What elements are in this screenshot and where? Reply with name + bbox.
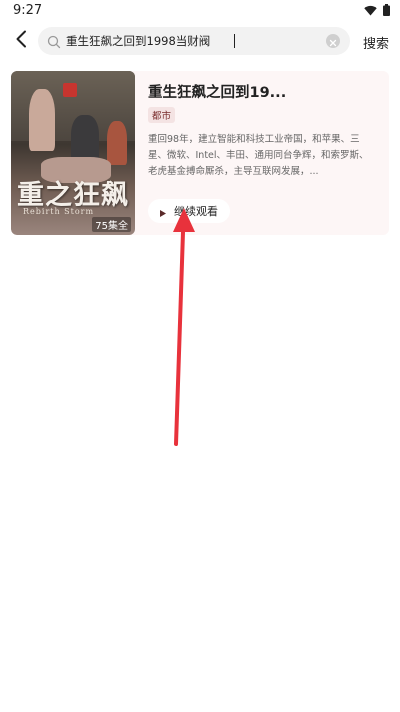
battery-icon <box>383 4 390 16</box>
poster-figure <box>63 83 77 97</box>
back-button[interactable] <box>10 30 32 52</box>
status-icons <box>364 4 390 16</box>
episode-count-badge: 75集全 <box>92 217 131 232</box>
search-box[interactable] <box>38 27 350 55</box>
poster-figure <box>71 115 99 163</box>
search-button[interactable]: 搜索 <box>363 33 389 52</box>
chevron-left-icon <box>15 30 27 52</box>
continue-watching-button[interactable]: 继续观看 <box>148 199 230 223</box>
drama-poster[interactable]: 重之狂飙 Rebirth Storm 75集全 <box>11 71 135 235</box>
status-time: 9:27 <box>13 3 43 18</box>
search-icon <box>47 34 61 53</box>
wifi-icon <box>364 5 377 16</box>
search-row: 搜索 <box>0 26 400 56</box>
clear-search-button[interactable] <box>326 34 340 48</box>
poster-figure <box>107 121 127 165</box>
clear-icon <box>329 32 337 51</box>
status-bar: 9:27 <box>0 0 400 24</box>
poster-subtitle-art: Rebirth Storm <box>23 207 95 216</box>
genre-tag: 都市 <box>148 107 176 123</box>
drama-description: 重回98年，建立智能和科技工业帝国，和苹果、三星、微软、Intel、丰田、通用同… <box>148 134 369 177</box>
result-card[interactable]: 重之狂飙 Rebirth Storm 75集全 重生狂飙之回到19... 都市 … <box>11 71 389 235</box>
poster-figure <box>29 89 55 151</box>
drama-title[interactable]: 重生狂飙之回到19... <box>148 81 286 102</box>
play-icon <box>160 202 166 221</box>
continue-watching-label: 继续观看 <box>174 205 218 218</box>
search-input[interactable] <box>66 30 316 52</box>
text-caret <box>234 34 235 48</box>
